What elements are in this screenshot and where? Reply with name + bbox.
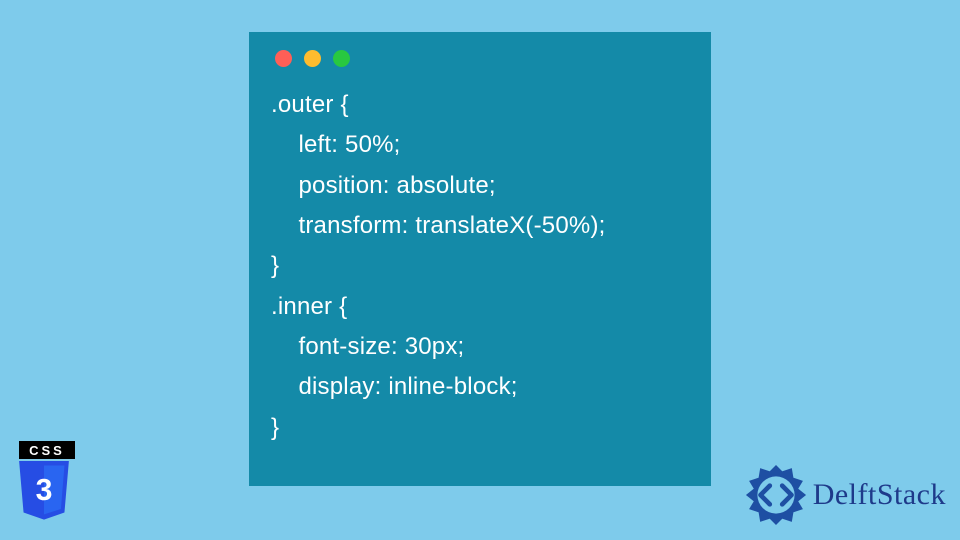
window-traffic-lights (271, 50, 689, 67)
delftstack-brand-name: DelftStack (813, 478, 946, 512)
code-window: .outer { left: 50%; position: absolute; … (249, 32, 711, 486)
minimize-icon (304, 50, 321, 67)
css3-logo-number: 3 (36, 474, 53, 507)
delftstack-gear-icon (745, 464, 807, 526)
delftstack-brand: DelftStack (745, 464, 946, 526)
css3-logo-label: CSS (19, 441, 75, 459)
css3-shield-icon: 3 (12, 461, 76, 525)
close-icon (275, 50, 292, 67)
code-snippet: .outer { left: 50%; position: absolute; … (271, 85, 689, 448)
page-background: .outer { left: 50%; position: absolute; … (0, 0, 960, 540)
css3-logo: CSS 3 (12, 441, 82, 530)
maximize-icon (333, 50, 350, 67)
